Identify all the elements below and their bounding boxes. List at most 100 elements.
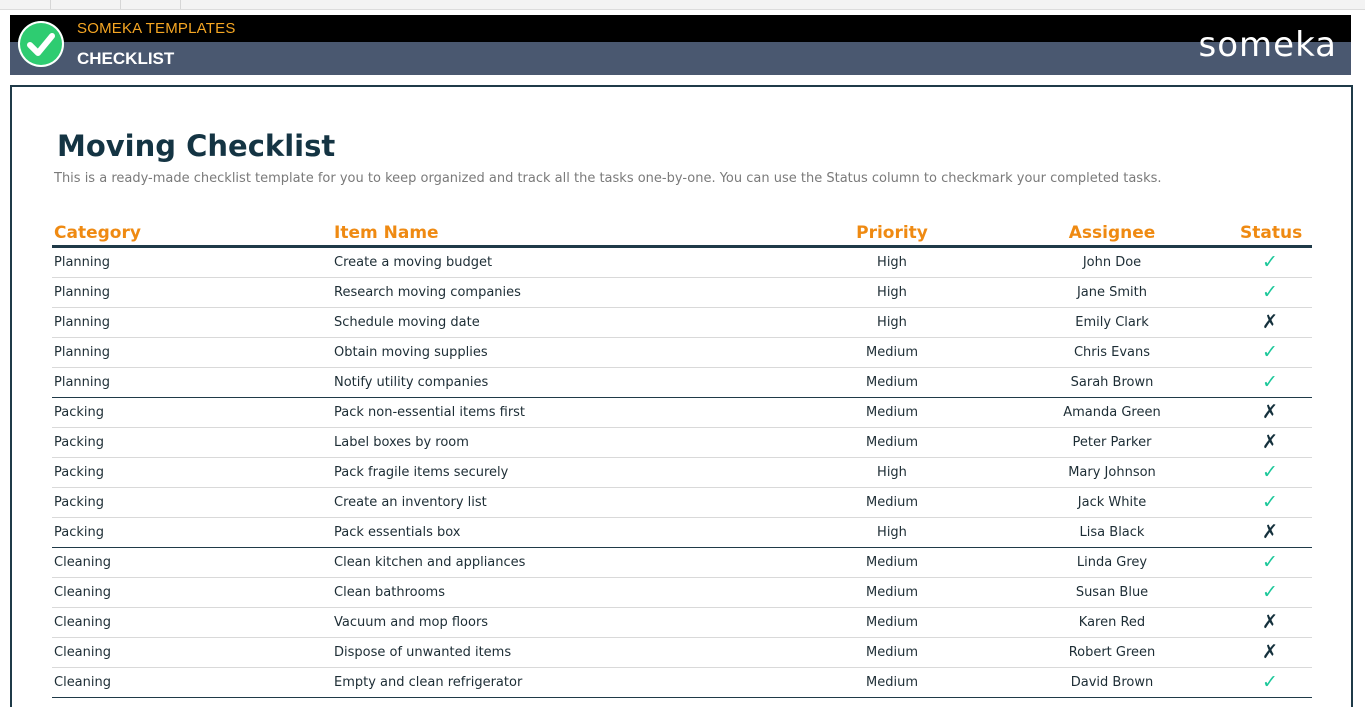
cell-category: Planning — [54, 255, 110, 270]
status-check-icon[interactable]: ✓ — [1250, 551, 1290, 573]
cell-priority: Medium — [866, 615, 918, 630]
cell-category: Cleaning — [54, 675, 111, 690]
column-header-item-name[interactable]: Item Name — [334, 223, 439, 243]
table-row[interactable]: Packing Create an inventory list Medium Jac… — [52, 488, 1312, 518]
table-row[interactable]: Packing Pack non-essential items first Med… — [52, 398, 1312, 428]
status-check-icon[interactable]: ✓ — [1250, 491, 1290, 513]
sheet-tab[interactable] — [120, 0, 181, 9]
cell-category: Planning — [54, 315, 110, 330]
cell-priority: Medium — [866, 375, 918, 390]
cell-category: Cleaning — [54, 585, 111, 600]
cell-priority: High — [877, 285, 907, 300]
table-row[interactable]: Cleaning Clean kitchen and appliances Medi… — [52, 548, 1312, 578]
table-row[interactable]: Cleaning Vacuum and mop floors Medium Karen… — [52, 608, 1312, 638]
status-cross-icon[interactable]: ✗ — [1250, 521, 1290, 543]
check-circle-icon — [18, 21, 64, 67]
status-check-icon[interactable]: ✓ — [1250, 341, 1290, 363]
status-check-icon[interactable]: ✓ — [1250, 251, 1290, 273]
table-body: Planning Create a moving budget High John D… — [52, 248, 1312, 698]
status-cross-icon[interactable]: ✗ — [1250, 641, 1290, 663]
cell-item-name: Empty and clean refrigerator — [334, 675, 523, 690]
cell-assignee: Linda Grey — [1076, 555, 1148, 570]
cell-item-name: Clean kitchen and appliances — [334, 555, 526, 570]
cell-priority: High — [877, 255, 907, 270]
status-check-icon[interactable]: ✓ — [1250, 371, 1290, 393]
cell-item-name: Research moving companies — [334, 285, 521, 300]
table-row[interactable]: Packing Label boxes by room Medium Peter Pa… — [52, 428, 1312, 458]
cell-assignee: Sarah Brown — [1070, 375, 1154, 390]
cell-item-name: Notify utility companies — [334, 375, 489, 390]
cell-item-name: Pack essentials box — [334, 525, 461, 540]
status-cross-icon[interactable]: ✗ — [1250, 431, 1290, 453]
cell-assignee: Mary Johnson — [1068, 465, 1156, 480]
cell-priority: Medium — [866, 555, 918, 570]
brand-name: SOMEKA TEMPLATES — [77, 20, 236, 37]
status-cross-icon[interactable]: ✗ — [1250, 611, 1290, 633]
cell-category: Packing — [54, 495, 105, 510]
table-row[interactable]: Planning Notify utility companies Medium Sa… — [52, 368, 1312, 398]
page-description: This is a ready-made checklist template … — [54, 171, 1162, 186]
cell-priority: High — [877, 525, 907, 540]
table-row[interactable]: Planning Schedule moving date High Emily Cl… — [52, 308, 1312, 338]
table-row[interactable]: Packing Pack essentials box High Lisa Black… — [52, 518, 1312, 548]
table-row[interactable]: Cleaning Empty and clean refrigerator Medi… — [52, 668, 1312, 698]
cell-category: Cleaning — [54, 555, 111, 570]
cell-item-name: Clean bathrooms — [334, 585, 445, 600]
table-header: Category Item Name Priority Assignee Sta… — [52, 221, 1312, 248]
status-check-icon[interactable]: ✓ — [1250, 461, 1290, 483]
cell-priority: High — [877, 315, 907, 330]
cell-category: Cleaning — [54, 615, 111, 630]
cell-item-name: Vacuum and mop floors — [334, 615, 489, 630]
table-row[interactable]: Packing Pack fragile items securely High Ma… — [52, 458, 1312, 488]
cell-assignee: Susan Blue — [1075, 585, 1149, 600]
cell-priority: Medium — [866, 405, 918, 420]
table-row[interactable]: Cleaning Dispose of unwanted items Medium R… — [52, 638, 1312, 668]
cell-item-name: Dispose of unwanted items — [334, 645, 512, 660]
cell-item-name: Schedule moving date — [334, 315, 480, 330]
status-cross-icon[interactable]: ✗ — [1250, 311, 1290, 333]
cell-priority: Medium — [866, 645, 918, 660]
status-cross-icon[interactable]: ✗ — [1250, 401, 1290, 423]
table-row[interactable]: Planning Create a moving budget High John D… — [52, 248, 1312, 278]
column-header-priority[interactable]: Priority — [832, 223, 952, 243]
window-top-strip — [0, 0, 1365, 10]
header-banner: SOMEKA TEMPLATES CHECKLIST someka — [10, 15, 1351, 75]
table-row[interactable]: Cleaning Clean bathrooms Medium Susan Blue ✓ — [52, 578, 1312, 608]
column-header-status[interactable]: Status — [1240, 223, 1302, 243]
page-title: Moving Checklist — [57, 129, 336, 163]
banner-title: CHECKLIST — [77, 49, 175, 68]
cell-item-name: Pack non-essential items first — [334, 405, 526, 420]
cell-assignee: Emily Clark — [1075, 315, 1149, 330]
table-row[interactable]: Planning Research moving companies High Jan… — [52, 278, 1312, 308]
cell-assignee: Peter Parker — [1072, 435, 1152, 450]
cell-assignee: John Doe — [1082, 255, 1142, 270]
cell-category: Planning — [54, 285, 110, 300]
status-check-icon[interactable]: ✓ — [1250, 671, 1290, 693]
cell-item-name: Pack fragile items securely — [334, 465, 509, 480]
cell-item-name: Create a moving budget — [334, 255, 493, 270]
cell-priority: Medium — [866, 345, 918, 360]
table-row[interactable]: Planning Obtain moving supplies Medium Chri… — [52, 338, 1312, 368]
status-check-icon[interactable]: ✓ — [1250, 581, 1290, 603]
cell-priority: Medium — [866, 435, 918, 450]
column-header-assignee[interactable]: Assignee — [1042, 223, 1182, 243]
cell-assignee: Jane Smith — [1076, 285, 1148, 300]
cell-item-name: Create an inventory list — [334, 495, 487, 510]
status-check-icon[interactable]: ✓ — [1250, 281, 1290, 303]
cell-category: Cleaning — [54, 645, 111, 660]
cell-priority: High — [877, 465, 907, 480]
cell-assignee: Jack White — [1077, 495, 1147, 510]
sheet-tab[interactable] — [0, 0, 51, 9]
cell-assignee: David Brown — [1070, 675, 1154, 690]
cell-priority: Medium — [866, 585, 918, 600]
cell-assignee: Amanda Green — [1063, 405, 1161, 420]
cell-priority: Medium — [866, 495, 918, 510]
sheet-tab[interactable] — [50, 0, 121, 9]
cell-category: Planning — [54, 375, 110, 390]
someka-logo[interactable]: someka — [1199, 25, 1337, 65]
cell-category: Planning — [54, 345, 110, 360]
cell-priority: Medium — [866, 675, 918, 690]
cell-category: Packing — [54, 465, 105, 480]
cell-assignee: Karen Red — [1078, 615, 1146, 630]
column-header-category[interactable]: Category — [54, 223, 141, 243]
